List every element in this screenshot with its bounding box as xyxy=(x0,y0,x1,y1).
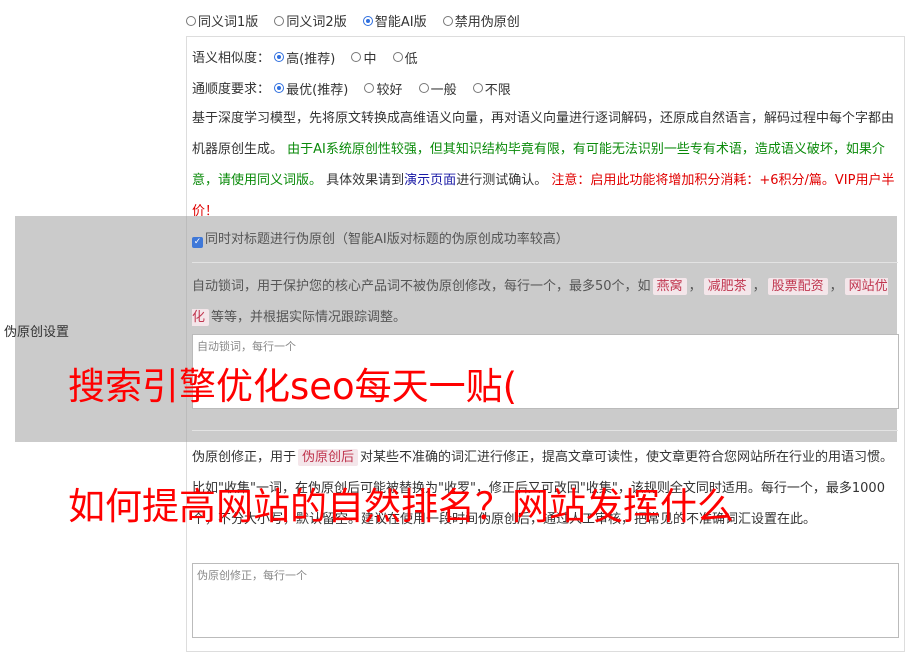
radio-icon xyxy=(472,83,483,93)
radio-icon xyxy=(364,83,375,93)
divider xyxy=(192,262,898,263)
version-option-1[interactable]: 同义词1版 xyxy=(186,11,258,30)
similarity-label: 语义相似度： xyxy=(192,51,271,66)
radio-checked-icon xyxy=(362,15,373,26)
fluency-label: 通顺度要求： xyxy=(192,82,271,97)
version-option-ai[interactable]: 智能AI版 xyxy=(362,11,427,30)
title-checkbox-row[interactable]: ✓ 同时对标题进行伪原创（智能AI版对标题的伪原创成功率较高） xyxy=(192,228,569,248)
side-label: 伪原创设置 xyxy=(4,325,70,340)
version-option-disable[interactable]: 禁用伪原创 xyxy=(442,11,520,30)
tag-example: 股票配资 xyxy=(767,278,828,295)
radio-icon xyxy=(418,83,429,93)
tag-example: 燕窝 xyxy=(652,278,687,295)
fluency-row: 通顺度要求： 最优(推荐) 较好 一般 不限 xyxy=(192,78,523,98)
similarity-high[interactable]: 高(推荐) xyxy=(274,48,335,67)
radio-icon xyxy=(186,15,196,26)
radio-checked-icon xyxy=(274,52,285,62)
fluency-best[interactable]: 最优(推荐) xyxy=(274,79,348,98)
radio-icon xyxy=(274,15,285,26)
similarity-mid[interactable]: 中 xyxy=(351,48,376,67)
fluency-normal[interactable]: 一般 xyxy=(418,79,457,98)
version-option-2[interactable]: 同义词2版 xyxy=(274,11,347,30)
version-radio-group: 同义词1版 同义词2版 智能AI版 禁用伪原创 xyxy=(186,11,532,30)
tag-example: 减肥茶 xyxy=(703,278,751,295)
radio-icon xyxy=(351,52,362,62)
watermark-title-line1: 搜索引擎优化seo每天一贴( xyxy=(68,365,518,408)
radio-icon xyxy=(442,15,453,26)
similarity-row: 语义相似度： 高(推荐) 中 低 xyxy=(192,47,430,67)
checkbox-checked-icon[interactable]: ✓ xyxy=(192,237,203,248)
lock-description: 自动锁词，用于保护您的核心产品词不被伪原创修改，每行一个，最多50个，如 燕窝，减… xyxy=(192,278,888,326)
fluency-any[interactable]: 不限 xyxy=(472,79,511,98)
demo-page-link[interactable]: 演示页面 xyxy=(404,173,456,188)
radio-icon xyxy=(392,52,403,62)
divider xyxy=(192,430,898,431)
radio-checked-icon xyxy=(274,83,285,93)
fluency-good[interactable]: 较好 xyxy=(364,79,402,98)
fix-words-textarea[interactable]: 伪原创修正，每行一个 xyxy=(192,563,899,638)
tag-highlight: 伪原创后 xyxy=(298,449,359,466)
similarity-low[interactable]: 低 xyxy=(392,48,418,67)
ai-description: 基于深度学习模型，先将原文转换成高维语义向量，再对语义向量进行逐词解码，还原成自… xyxy=(192,111,895,219)
watermark-title-line2: 如何提高网站的自然排名？网站发挥什么 xyxy=(68,485,734,528)
